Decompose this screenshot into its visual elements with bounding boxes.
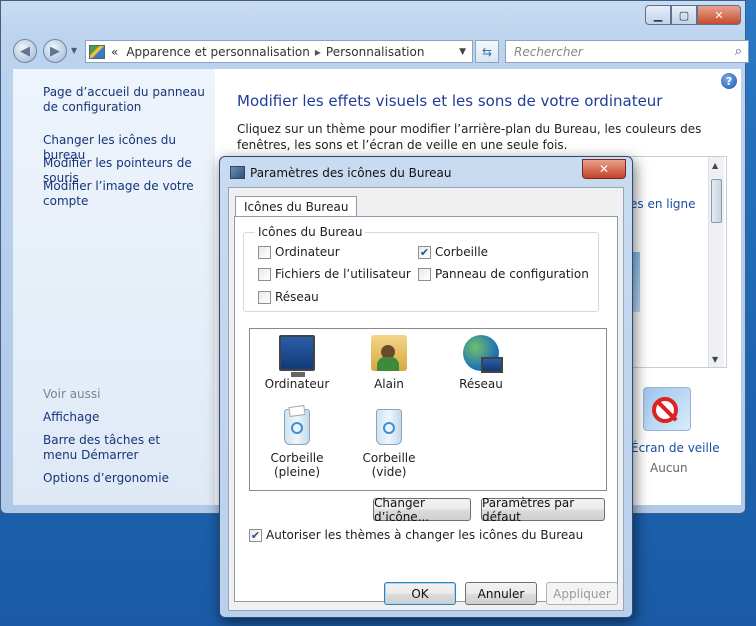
recent-pages-dropdown[interactable]: ▼ [71,46,77,55]
icon-item-network[interactable]: Réseau [436,335,526,391]
control-panel-home-link[interactable]: Page d’accueil du panneau de configurati… [43,85,213,115]
tab-desktop-icons[interactable]: Icônes du Bureau [235,196,358,217]
user-folder-icon [371,335,407,371]
maximize-button[interactable]: ▢ [671,5,697,25]
icon-label: Alain [374,377,404,391]
icon-item-computer[interactable]: Ordinateur [252,335,342,391]
search-input[interactable]: Rechercher ⌕ [505,40,749,63]
checkbox-control-panel-label: Panneau de configuration [435,267,589,281]
recycle-bin-full-icon [284,404,310,445]
themes-scrollbar[interactable]: ▲ ▼ [708,157,724,367]
recycle-bin-empty-icon [376,409,402,445]
breadcrumb-appearance[interactable]: Apparence et personnalisation [126,45,310,59]
address-bar[interactable]: « Apparence et personnalisation ▸ Person… [85,40,473,63]
dialog-close-button[interactable]: ✕ [582,159,626,179]
change-icon-button[interactable]: Changer d’icône... [373,496,471,524]
ok-button[interactable]: OK [384,582,456,605]
dialog-app-icon [230,166,245,179]
checkbox-control-panel-box[interactable] [418,267,431,281]
checkbox-control-panel[interactable]: Panneau de configuration [418,267,589,281]
checkbox-computer-box[interactable] [258,245,271,259]
icon-list[interactable]: Ordinateur Alain Réseau Corbeille (plein… [249,328,607,491]
icon-item-recycle-empty[interactable]: Corbeille (vide) [344,409,434,479]
navigation-bar: ◀ ▶ ▼ « Apparence et personnalisation ▸ … [13,37,749,67]
screensaver-icon[interactable] [643,387,691,431]
icon-item-recycle-full[interactable]: Corbeille (pleine) [252,404,342,479]
refresh-icon: ⇆ [481,44,493,59]
page-title: Modifier les effets visuels et les sons … [237,92,663,110]
dialog-title: Paramètres des icônes du Bureau [250,166,452,180]
checkbox-network-box[interactable] [258,290,271,304]
icon-label: Ordinateur [264,377,330,391]
groupbox-title: Icônes du Bureau [255,225,366,239]
icon-item-user[interactable]: Alain [344,335,434,391]
restore-default-button[interactable]: Paramètres par défaut [481,496,605,524]
online-themes-link[interactable]: es en ligne [630,197,696,211]
checkbox-network-label: Réseau [275,290,319,304]
forward-arrow-icon: ▶ [50,43,60,59]
computer-icon [279,335,315,377]
checkbox-user-files-label: Fichiers de l’utilisateur [275,267,411,281]
control-panel-icon [89,44,105,59]
scrollbar-thumb[interactable] [711,179,722,223]
screensaver-link[interactable]: Écran de veille [631,441,720,455]
forward-button[interactable]: ▶ [43,39,67,63]
desktop-icon-settings-dialog: Paramètres des icônes du Bureau ✕ Icônes… [219,156,633,618]
checkbox-computer-label: Ordinateur [275,245,340,259]
page-description: Cliquez sur un thème pour modifier l’arr… [237,122,702,152]
checkbox-computer[interactable]: Ordinateur [258,245,340,259]
dialog-body: Icônes du Bureau Icônes du Bureau Ordina… [228,187,624,611]
checkbox-recycle-bin-box[interactable]: ✔ [418,245,431,259]
refresh-button[interactable]: ⇆ [475,40,499,63]
checkbox-network[interactable]: Réseau [258,290,319,304]
checkbox-user-files-box[interactable] [258,267,271,281]
change-account-picture-link[interactable]: Modifier l’image de votre compte [43,179,208,209]
icon-label: Réseau [459,377,503,391]
apply-button[interactable]: Appliquer [546,582,618,605]
screensaver-value: Aucun [650,461,688,475]
back-button[interactable]: ◀ [13,39,37,63]
checkbox-recycle-bin[interactable]: ✔ Corbeille [418,245,488,259]
close-button[interactable]: ✕ [697,5,741,25]
allow-themes-checkbox[interactable]: ✔ Autoriser les thèmes à changer les icô… [249,528,583,542]
breadcrumb-separator-icon[interactable]: ▸ [315,45,321,59]
scroll-up-icon[interactable]: ▲ [712,161,718,170]
address-prefix[interactable]: « [111,45,118,59]
address-dropdown-icon[interactable]: ▼ [459,47,466,57]
icon-label: Corbeille (vide) [362,451,416,479]
allow-themes-checkbox-box[interactable]: ✔ [249,528,262,542]
ease-of-access-link[interactable]: Options d’ergonomie [43,471,169,486]
help-icon[interactable]: ? [721,73,737,89]
cancel-button[interactable]: Annuler [465,582,537,605]
taskbar-start-menu-link[interactable]: Barre des tâches et menu Démarrer [43,433,193,463]
icon-label: Corbeille (pleine) [270,451,324,479]
network-icon [463,335,503,373]
allow-themes-label: Autoriser les thèmes à changer les icône… [266,528,584,542]
search-placeholder: Rechercher [514,44,583,59]
search-icon[interactable]: ⌕ [735,44,742,59]
minimize-button[interactable]: ▁ [645,5,671,25]
breadcrumb-personalization[interactable]: Personnalisation [326,45,425,59]
scroll-down-icon[interactable]: ▼ [712,355,718,364]
checkbox-user-files[interactable]: Fichiers de l’utilisateur [258,267,411,281]
checkbox-recycle-bin-label: Corbeille [435,245,489,259]
caption-buttons: ▁ ▢ ✕ [645,5,741,25]
display-link[interactable]: Affichage [43,410,99,425]
back-arrow-icon: ◀ [20,43,30,59]
see-also-label: Voir aussi [43,387,101,401]
task-pane: Page d’accueil du panneau de configurati… [13,69,215,505]
